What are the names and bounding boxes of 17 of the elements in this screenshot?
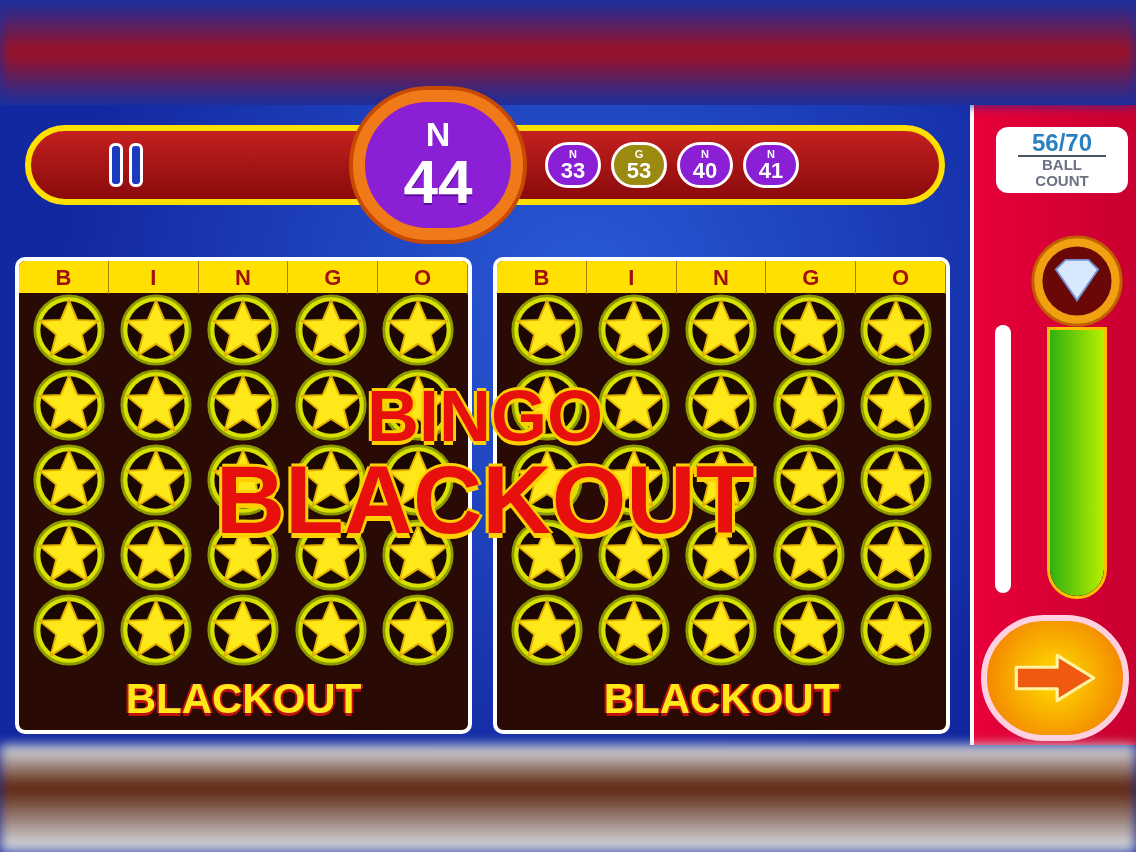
column-letter: N (198, 261, 289, 294)
card-label: BLACKOUT (125, 674, 362, 724)
column-letter: O (856, 261, 946, 294)
column-letter: B (19, 261, 109, 294)
pause-button[interactable] (109, 143, 143, 187)
column-letter: I (586, 261, 677, 294)
card-label: BLACKOUT (603, 674, 840, 724)
column-letter: G (766, 261, 857, 294)
column-letter: I (108, 261, 199, 294)
column-letter: N (676, 261, 767, 294)
column-letter: O (378, 261, 468, 294)
pause-icon (109, 143, 143, 187)
ball-count-value: 56/70 (1017, 131, 1107, 157)
column-letter: B (497, 261, 587, 294)
column-letter: G (288, 261, 379, 294)
ball-count-label: BALL COUNT (1034, 157, 1090, 189)
arrow-right-icon (1012, 651, 1098, 705)
